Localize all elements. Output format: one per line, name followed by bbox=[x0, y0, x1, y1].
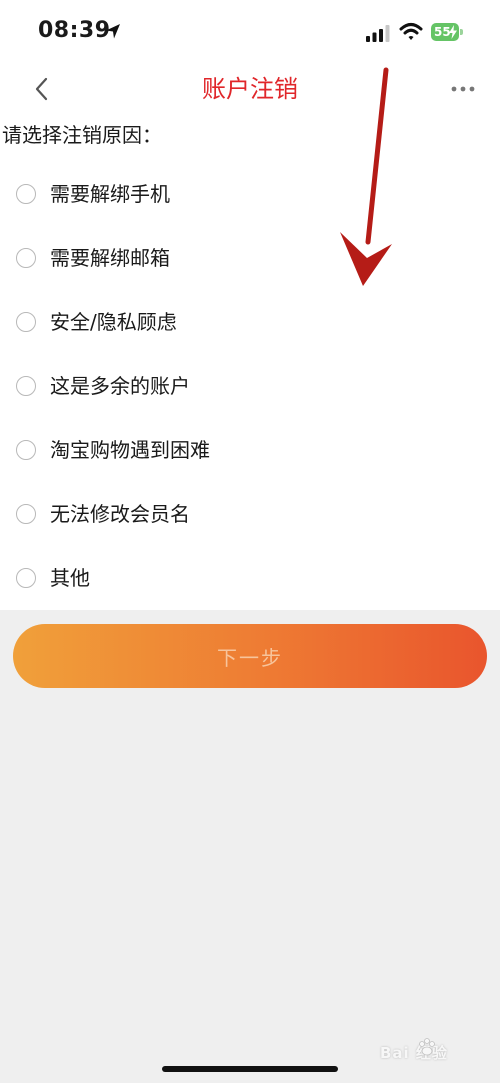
signal-icon bbox=[366, 25, 390, 42]
more-dots-icon[interactable] bbox=[450, 82, 476, 96]
option-label: 无法修改会员名 bbox=[50, 502, 190, 526]
reason-prompt: 请选择注销原因： bbox=[2, 123, 162, 147]
option-label: 需要解绑手机 bbox=[50, 182, 170, 206]
red-arrow-annotation bbox=[340, 67, 392, 286]
next-step-button[interactable]: 下一步 bbox=[13, 624, 487, 688]
reason-option-security-privacy[interactable]: 安全/隐私顾虑 bbox=[0, 290, 500, 354]
option-label: 这是多余的账户 bbox=[50, 374, 190, 398]
option-label: 需要解绑邮箱 bbox=[50, 246, 170, 270]
status-time: 08:39 bbox=[38, 18, 111, 43]
option-label: 其他 bbox=[50, 566, 90, 590]
paw-icon bbox=[419, 1038, 435, 1056]
reason-option-shopping-difficulty[interactable]: 淘宝购物遇到困难 bbox=[0, 418, 500, 482]
reason-option-redundant-account[interactable]: 这是多余的账户 bbox=[0, 354, 500, 418]
location-arrow-icon bbox=[106, 24, 120, 39]
reason-option-unbind-phone[interactable]: 需要解绑手机 bbox=[0, 162, 500, 226]
radio-button[interactable] bbox=[16, 184, 36, 204]
radio-button[interactable] bbox=[16, 504, 36, 524]
option-label: 安全/隐私顾虑 bbox=[50, 310, 177, 334]
radio-button[interactable] bbox=[16, 440, 36, 460]
radio-button[interactable] bbox=[16, 376, 36, 396]
battery-icon: 55 bbox=[431, 23, 463, 41]
status-bar: 08:39 55 bbox=[0, 0, 500, 66]
reason-option-other[interactable]: 其他 bbox=[0, 546, 500, 610]
radio-button[interactable] bbox=[16, 312, 36, 332]
battery-tip bbox=[460, 29, 463, 35]
reason-option-unbind-email[interactable]: 需要解绑邮箱 bbox=[0, 226, 500, 290]
reason-option-cannot-change-name[interactable]: 无法修改会员名 bbox=[0, 482, 500, 546]
charging-bolt-icon bbox=[449, 25, 457, 39]
reason-options-list: 需要解绑手机 需要解绑邮箱 安全/隐私顾虑 这是多余的账户 淘宝购物遇到困难 无… bbox=[0, 162, 500, 610]
radio-button[interactable] bbox=[16, 568, 36, 588]
nav-bar: 账户注销 bbox=[0, 66, 500, 114]
wifi-icon bbox=[399, 23, 423, 40]
radio-button[interactable] bbox=[16, 248, 36, 268]
option-label: 淘宝购物遇到困难 bbox=[50, 438, 210, 462]
baidu-watermark: Bai 经验 bbox=[378, 1030, 498, 1070]
page-title: 账户注销 bbox=[202, 75, 298, 103]
battery-level: 55 bbox=[431, 23, 459, 41]
home-indicator[interactable] bbox=[162, 1066, 338, 1072]
